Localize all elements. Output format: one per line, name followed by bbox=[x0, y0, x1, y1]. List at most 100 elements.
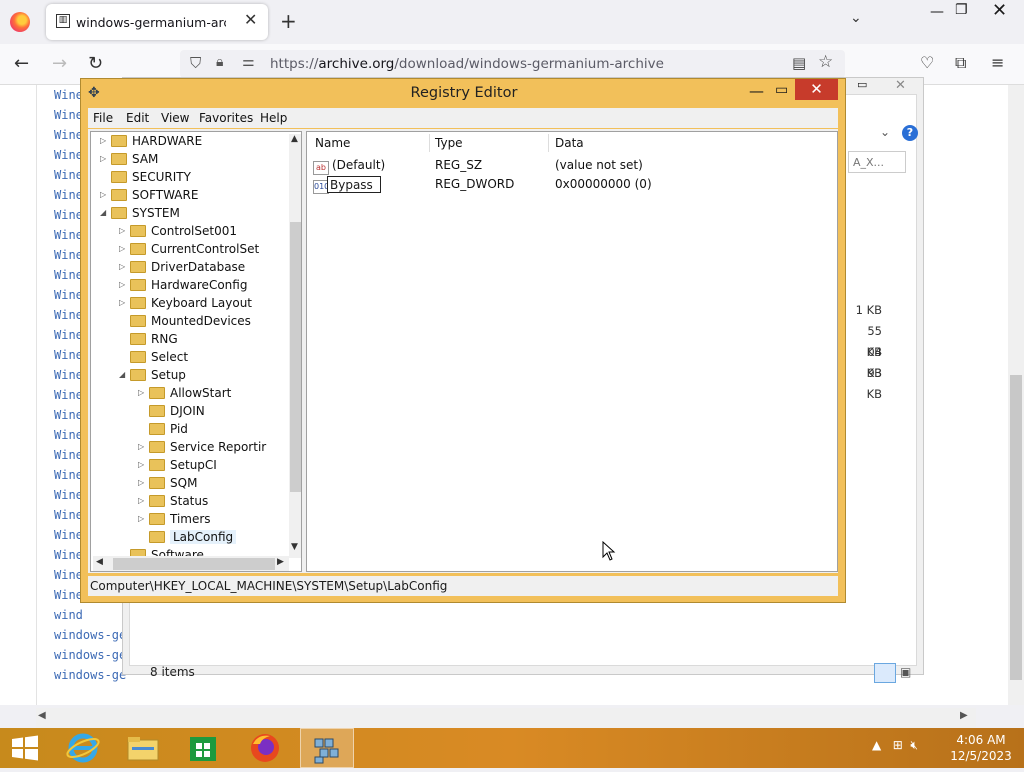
lock-icon[interactable]: 🔒︎ bbox=[216, 54, 223, 70]
scroll-down-icon[interactable]: ▼ bbox=[291, 542, 298, 552]
show-hidden-icons-icon[interactable]: ▲ bbox=[872, 738, 881, 752]
expanded-arrow-icon[interactable]: ◢ bbox=[119, 366, 125, 384]
pocket-icon[interactable]: ♡ bbox=[920, 53, 934, 72]
scroll-thumb[interactable] bbox=[290, 222, 301, 492]
collapsed-arrow-icon[interactable]: ▷ bbox=[100, 132, 106, 150]
collapsed-arrow-icon[interactable]: ▷ bbox=[138, 492, 144, 510]
volume-muted-icon[interactable]: 🔇︎ bbox=[910, 738, 918, 752]
collapsed-arrow-icon[interactable]: ▷ bbox=[138, 384, 144, 402]
tree-vertical-scrollbar[interactable]: ▲ ▼ bbox=[289, 134, 301, 558]
tab-close-icon[interactable]: ✕ bbox=[244, 10, 257, 29]
tree-node[interactable]: ▷ DriverDatabase bbox=[119, 258, 245, 276]
minimize-icon[interactable]: — bbox=[749, 82, 764, 100]
expanded-arrow-icon[interactable]: ◢ bbox=[100, 204, 106, 222]
file-explorer-icon[interactable] bbox=[116, 728, 170, 768]
menu-help[interactable]: Help bbox=[260, 111, 287, 125]
tree-node[interactable]: DJOIN bbox=[149, 402, 205, 420]
permissions-icon[interactable]: ⚌ bbox=[242, 54, 255, 70]
help-icon[interactable]: ? bbox=[902, 125, 918, 141]
reader-view-icon[interactable]: ▤ bbox=[792, 54, 806, 72]
tree-node[interactable]: ◢ SYSTEM bbox=[100, 204, 180, 222]
tree-node[interactable]: ▷ HARDWARE bbox=[100, 132, 202, 150]
menu-favorites[interactable]: Favorites bbox=[199, 111, 253, 125]
page-scrollbar[interactable] bbox=[1008, 85, 1024, 705]
collapsed-arrow-icon[interactable]: ▷ bbox=[119, 258, 125, 276]
close-icon[interactable]: ✕ bbox=[992, 0, 1007, 21]
tree-node[interactable]: ▷ AllowStart bbox=[138, 384, 231, 402]
page-horizontal-scrollbar[interactable]: ◀ ▶ bbox=[36, 708, 976, 728]
value-row[interactable]: ab (Default) REG_SZ (value not set) bbox=[307, 156, 837, 175]
search-input[interactable]: A_X... bbox=[848, 151, 906, 173]
scroll-up-icon[interactable]: ▲ bbox=[291, 134, 298, 144]
collapsed-arrow-icon[interactable]: ▷ bbox=[138, 474, 144, 492]
scroll-thumb[interactable] bbox=[1010, 375, 1022, 680]
tree-node[interactable]: ▷ HardwareConfig bbox=[119, 276, 247, 294]
collapsed-arrow-icon[interactable]: ▷ bbox=[138, 456, 144, 474]
collapsed-arrow-icon[interactable]: ▷ bbox=[119, 222, 125, 240]
large-icons-view-icon[interactable]: ▣ bbox=[900, 665, 911, 679]
windows-start-icon[interactable] bbox=[10, 735, 40, 761]
maximize-icon[interactable]: ▭ bbox=[857, 78, 867, 91]
extensions-icon[interactable]: ⧉ bbox=[955, 53, 966, 73]
network-icon[interactable]: ⊞ bbox=[893, 738, 903, 752]
url-bar[interactable]: ⛉ 🔒︎ ⚌ https://archive.org/download/wind… bbox=[180, 50, 845, 78]
column-header-data[interactable]: Data bbox=[555, 132, 584, 154]
tree-node[interactable]: ▷ SetupCI bbox=[138, 456, 217, 474]
tree-node[interactable]: ▷ SQM bbox=[138, 474, 197, 492]
scroll-left-icon[interactable]: ◀ bbox=[38, 710, 46, 721]
regedit-taskbar-icon[interactable] bbox=[300, 728, 354, 768]
hamburger-menu-icon[interactable]: ≡ bbox=[991, 53, 1004, 72]
tree-node[interactable]: LabConfig bbox=[149, 528, 237, 546]
tree-node[interactable]: SECURITY bbox=[111, 168, 191, 186]
chevron-down-icon[interactable]: ⌄ bbox=[850, 10, 862, 26]
firefox-menu-icon[interactable] bbox=[10, 12, 30, 32]
forward-icon[interactable]: → bbox=[52, 53, 67, 74]
tree-node[interactable]: ▷ Service Reportir bbox=[138, 438, 266, 456]
details-view-icon[interactable] bbox=[874, 663, 896, 683]
browser-tab[interactable]: ▥ windows-germanium-archive d ✕ bbox=[46, 4, 268, 40]
column-divider[interactable] bbox=[429, 134, 430, 152]
tree-node[interactable]: ▷ SAM bbox=[100, 150, 158, 168]
tree-node[interactable]: RNG bbox=[130, 330, 178, 348]
tree-node[interactable]: ▷ SOFTWARE bbox=[100, 186, 198, 204]
scroll-thumb[interactable] bbox=[113, 558, 275, 570]
clock[interactable]: 4:06 AM 12/5/2023 bbox=[946, 732, 1016, 764]
collapsed-arrow-icon[interactable]: ▷ bbox=[119, 294, 125, 312]
url-text[interactable]: https://archive.org/download/windows-ger… bbox=[270, 56, 664, 72]
internet-explorer-icon[interactable] bbox=[56, 728, 110, 768]
tree-horizontal-scrollbar[interactable]: ◀ ▶ bbox=[93, 556, 289, 571]
chevron-down-icon[interactable]: ⌄ bbox=[880, 125, 890, 139]
scroll-right-icon[interactable]: ▶ bbox=[277, 557, 284, 567]
tree-node[interactable]: MountedDevices bbox=[130, 312, 251, 330]
tree-node[interactable]: Pid bbox=[149, 420, 188, 438]
tree-node[interactable]: ▷ Keyboard Layout bbox=[119, 294, 252, 312]
collapsed-arrow-icon[interactable]: ▷ bbox=[100, 186, 106, 204]
tree-node[interactable]: ▷ ControlSet001 bbox=[119, 222, 237, 240]
tree-node[interactable]: Software bbox=[130, 546, 204, 556]
collapsed-arrow-icon[interactable]: ▷ bbox=[119, 276, 125, 294]
column-header-type[interactable]: Type bbox=[435, 132, 463, 154]
value-row[interactable]: 010 REG_DWORD 0x00000000 (0) bbox=[307, 175, 837, 194]
scroll-left-icon[interactable]: ◀ bbox=[96, 557, 103, 567]
collapsed-arrow-icon[interactable]: ▷ bbox=[119, 240, 125, 258]
column-divider[interactable] bbox=[548, 134, 549, 152]
tree-node[interactable]: ▷ Status bbox=[138, 492, 208, 510]
tree-node[interactable]: Select bbox=[130, 348, 188, 366]
store-icon[interactable] bbox=[176, 728, 230, 768]
maximize-icon[interactable]: ❐ bbox=[955, 2, 968, 18]
menu-file[interactable]: File bbox=[93, 111, 113, 125]
menu-view[interactable]: View bbox=[161, 111, 189, 125]
collapsed-arrow-icon[interactable]: ▷ bbox=[138, 438, 144, 456]
reload-icon[interactable]: ↻ bbox=[88, 53, 103, 74]
collapsed-arrow-icon[interactable]: ▷ bbox=[138, 510, 144, 528]
close-icon[interactable]: ✕ bbox=[795, 79, 838, 100]
scroll-right-icon[interactable]: ▶ bbox=[960, 710, 968, 721]
new-tab-icon[interactable]: + bbox=[280, 9, 297, 33]
tree-node[interactable]: ◢ Setup bbox=[119, 366, 186, 384]
menu-edit[interactable]: Edit bbox=[126, 111, 149, 125]
column-header-name[interactable]: Name bbox=[315, 132, 350, 154]
minimize-icon[interactable]: — bbox=[930, 4, 944, 20]
tree-node[interactable]: ▷ Timers bbox=[138, 510, 211, 528]
collapsed-arrow-icon[interactable]: ▷ bbox=[100, 150, 106, 168]
tree-node[interactable]: ▷ CurrentControlSet bbox=[119, 240, 259, 258]
